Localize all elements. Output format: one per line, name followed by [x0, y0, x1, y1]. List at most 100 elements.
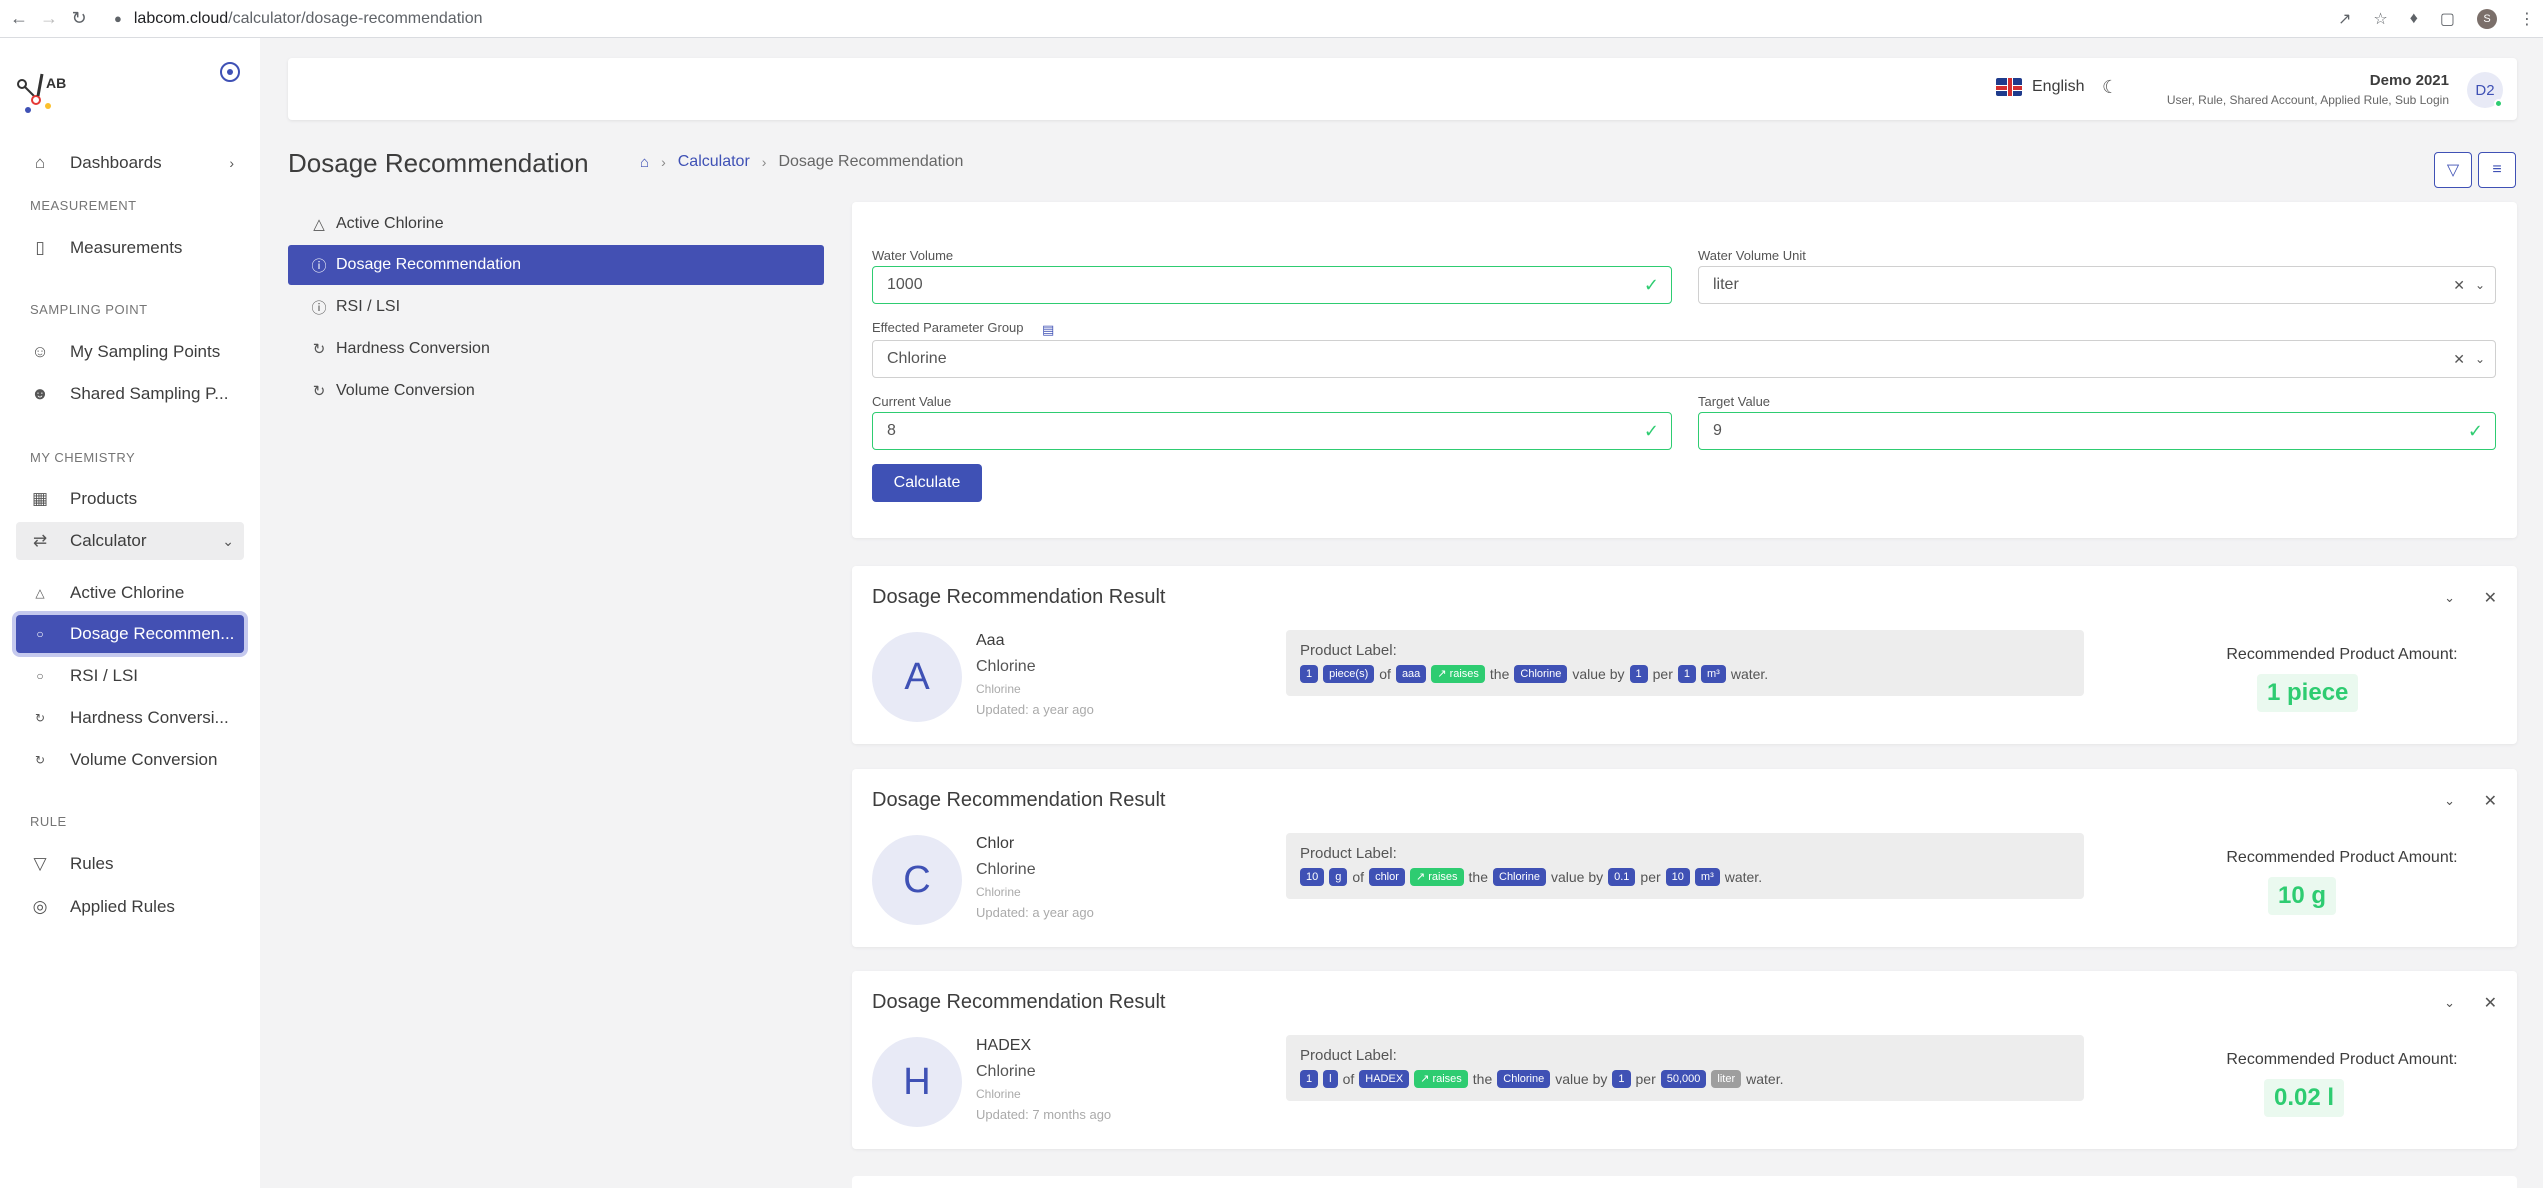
product-group: Chlorine — [976, 1063, 1036, 1080]
sidebar-item-rsi-lsi[interactable]: ○ RSI / LSI — [16, 657, 244, 695]
label-amount-tag: 1 — [1300, 1070, 1319, 1088]
chevron-down-icon[interactable]: ⌄ — [2444, 590, 2455, 606]
address-bar[interactable]: ● labcom.cloud/calculator/dosage-recomme… — [114, 10, 483, 28]
sidebar-item-label: Dashboards — [70, 153, 162, 172]
share-icon[interactable]: ↗ — [2338, 9, 2351, 29]
menu-button[interactable]: ≡ — [2478, 152, 2516, 188]
label-effect-text: raises — [1428, 871, 1458, 883]
online-status-dot — [2494, 99, 2503, 108]
refresh-icon: ↻ — [34, 753, 46, 767]
filter-icon: ▽ — [2446, 162, 2460, 179]
product-parameter: Chlorine — [976, 885, 1021, 899]
sidebar-item-products[interactable]: ▦ Products — [16, 480, 244, 518]
label-word: of — [1352, 869, 1365, 885]
calc-nav-active-chlorine[interactable]: △ Active Chlorine — [288, 204, 824, 244]
label-by-tag: 1 — [1629, 665, 1648, 683]
sidebar-item-label: Rules — [70, 854, 114, 873]
calc-nav-hardness-conversion[interactable]: ↻ Hardness Conversion — [288, 329, 824, 369]
sidebar-item-rules[interactable]: ▽ Rules — [16, 845, 244, 883]
chevron-down-icon: ⌄ — [2474, 352, 2485, 366]
product-label-text: 1 piece(s) of aaa ↗ raises the Chlorine … — [1300, 665, 2070, 683]
sidepanel-icon[interactable]: ▢ — [2440, 9, 2455, 29]
user-roles: User, Rule, Shared Account, Applied Rule… — [2166, 93, 2449, 107]
calc-nav-volume-conversion[interactable]: ↻ Volume Conversion — [288, 371, 824, 411]
product-updated: Updated: 7 months ago — [976, 1107, 1112, 1122]
sidebar-item-shared-sampling-points[interactable]: ☻ Shared Sampling P... — [16, 375, 244, 413]
dark-mode-moon-icon[interactable]: ☾ — [2102, 77, 2118, 98]
label-unit-tag: l — [1323, 1070, 1338, 1088]
water-volume-unit-select[interactable]: liter ✕ ⌄ — [1698, 266, 2496, 304]
close-icon[interactable]: ✕ — [2484, 588, 2497, 608]
filter-icon: ▽ — [33, 854, 47, 873]
svg-text:AB: AB — [46, 75, 66, 91]
sidebar-item-measurements[interactable]: ▯ Measurements — [16, 229, 244, 267]
close-icon[interactable]: ✕ — [2484, 993, 2497, 1013]
result-title: Dosage Recommendation Result — [872, 586, 1166, 608]
breadcrumb-current: Dosage Recommendation — [778, 153, 964, 170]
chevron-down-icon[interactable]: ⌄ — [2444, 995, 2455, 1011]
chevron-down-icon[interactable]: ⌄ — [2444, 793, 2455, 809]
sidebar-toggle-button[interactable] — [220, 62, 240, 82]
sidebar-item-calculator[interactable]: ⇄ Calculator ⌄ — [16, 522, 244, 560]
browser-profile-avatar[interactable]: S — [2477, 9, 2497, 29]
clear-icon[interactable]: ✕ — [2453, 351, 2465, 368]
back-arrow-icon[interactable]: ← — [8, 8, 30, 30]
product-label-text: 10 g of chlor ↗ raises the Chlorine valu… — [1300, 868, 2070, 886]
breadcrumb-separator: › — [761, 154, 767, 170]
product-avatar: H — [872, 1037, 962, 1127]
sidebar-item-applied-rules[interactable]: ◎ Applied Rules — [16, 888, 244, 926]
user-avatar[interactable]: D2 — [2467, 72, 2503, 108]
forward-arrow-icon[interactable]: → — [38, 8, 60, 30]
chevron-right-icon: › — [229, 155, 234, 171]
calc-nav-label: Active Chlorine — [336, 215, 444, 232]
sidebar-item-volume-conversion[interactable]: ↻ Volume Conversion — [16, 741, 244, 779]
label-product-tag: chlor — [1369, 868, 1405, 886]
calculate-button[interactable]: Calculate — [872, 464, 982, 502]
sidebar-item-dashboards[interactable]: ⌂ Dashboards › — [16, 144, 244, 182]
sidebar-item-label: Applied Rules — [70, 897, 175, 916]
parameter-group-value: Chlorine — [887, 350, 947, 367]
breadcrumb-calculator-link[interactable]: Calculator — [678, 153, 750, 171]
calc-nav-label: Volume Conversion — [336, 382, 475, 399]
user-info[interactable]: Demo 2021 User, Rule, Shared Account, Ap… — [2167, 72, 2449, 107]
result-card-partial — [852, 1176, 2517, 1188]
label-word: per — [1640, 869, 1661, 885]
label-effect-tag: ↗ raises — [1414, 1070, 1468, 1088]
page-title: Dosage Recommendation — [288, 148, 589, 178]
label-product-tag: HADEX — [1359, 1070, 1410, 1088]
reload-icon[interactable]: ↻ — [68, 8, 90, 30]
language-selector[interactable]: English — [1996, 78, 2084, 96]
recommended-amount: 1 piece — [2257, 674, 2359, 712]
sidebar-item-label: Active Chlorine — [70, 583, 185, 602]
sidebar-item-my-sampling-points[interactable]: ☺ My Sampling Points — [16, 333, 244, 371]
sidebar-item-dosage-recommendation[interactable]: ○ Dosage Recommen... — [16, 615, 244, 653]
parameter-group-select[interactable]: Chlorine ✕ ⌄ — [872, 340, 2496, 378]
valid-check-icon: ✓ — [1643, 420, 1659, 441]
result-title: Dosage Recommendation Result — [872, 789, 1166, 811]
clear-icon[interactable]: ✕ — [2453, 277, 2465, 294]
water-volume-label: Water Volume — [872, 248, 954, 263]
thermometer-icon: ▯ — [35, 238, 45, 257]
filter-button[interactable]: ▽ — [2434, 152, 2472, 188]
target-value-input[interactable]: 9 ✓ — [1698, 412, 2496, 450]
product-updated: Updated: a year ago — [976, 905, 1094, 920]
label-word: value by — [1555, 1071, 1608, 1087]
calc-nav-dosage-recommendation[interactable]: ⓘ Dosage Recommendation — [288, 245, 824, 285]
current-value-input[interactable]: 8 ✓ — [872, 412, 1672, 450]
sidebar-item-hardness-conversion[interactable]: ↻ Hardness Conversi... — [16, 699, 244, 737]
browser-menu-icon[interactable]: ⋮ — [2519, 9, 2535, 29]
clipboard-info-icon[interactable]: ▤ — [1042, 322, 1054, 338]
calc-nav-rsi-lsi[interactable]: ⓘ RSI / LSI — [288, 287, 824, 327]
target-icon: ◎ — [32, 897, 48, 916]
label-effect-tag: ↗ raises — [1431, 665, 1485, 683]
sidebar-item-active-chlorine[interactable]: △ Active Chlorine — [16, 574, 244, 612]
uk-flag-icon — [1996, 78, 2022, 96]
home-icon[interactable]: ⌂ — [640, 154, 649, 171]
label-by-tag: 1 — [1612, 1070, 1631, 1088]
bookmark-star-icon[interactable]: ☆ — [2373, 9, 2387, 29]
water-volume-input[interactable]: 1000 ✓ — [872, 266, 1672, 304]
extensions-icon[interactable]: ♦ — [2410, 10, 2418, 28]
refresh-icon: ↻ — [34, 711, 46, 725]
label-parameter-tag: Chlorine — [1497, 1070, 1551, 1088]
close-icon[interactable]: ✕ — [2484, 791, 2497, 811]
